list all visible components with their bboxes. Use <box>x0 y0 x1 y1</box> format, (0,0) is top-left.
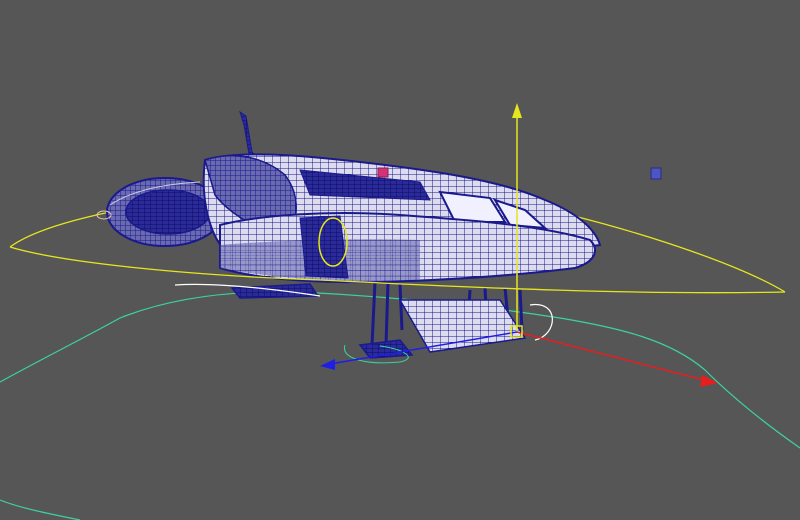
axis-y-arrow[interactable] <box>512 103 522 118</box>
antenna <box>239 110 259 161</box>
viewport-canvas[interactable] <box>0 0 800 520</box>
axis-z-arrow[interactable] <box>320 359 335 370</box>
ground-control-curve-lower[interactable] <box>0 499 81 520</box>
hull-marker[interactable] <box>377 167 389 178</box>
axis-x-arrow[interactable] <box>700 375 718 387</box>
locator-handle[interactable] <box>650 167 662 180</box>
white-gear-curve[interactable] <box>529 304 553 341</box>
engine-pod-band <box>299 215 349 279</box>
landing-pad-left <box>358 339 414 359</box>
axis-x[interactable] <box>516 331 709 382</box>
landing-pad-rear <box>230 283 320 299</box>
3d-viewport[interactable] <box>0 0 800 520</box>
